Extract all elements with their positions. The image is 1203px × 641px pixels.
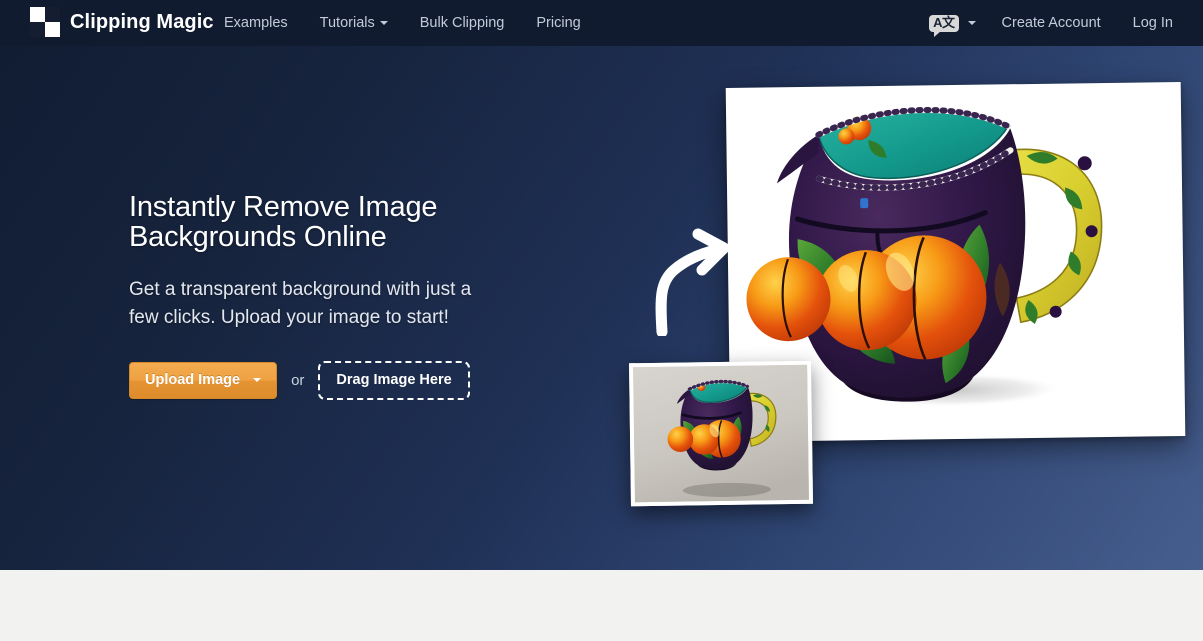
brand-name: Clipping Magic	[70, 10, 214, 33]
headline-line-2: Backgrounds Online	[129, 221, 387, 253]
upload-image-button[interactable]: Upload Image	[129, 362, 278, 399]
before-pitcher-image	[633, 364, 813, 507]
hero-subcopy: Get a transparent background with just a…	[129, 279, 472, 328]
nav-item-pricing[interactable]: Pricing	[520, 0, 596, 46]
nav-item-examples[interactable]: Examples	[208, 0, 304, 46]
primary-nav: Examples Tutorials Bulk Clipping Pricing	[208, 0, 597, 46]
nav-label: Examples	[224, 15, 288, 31]
hero-section: Instantly Remove Image Backgrounds Onlin…	[0, 46, 1203, 570]
translate-icon: A文	[929, 14, 959, 37]
hero-cta-row: Upload Image or Drag Image Here	[129, 361, 549, 400]
nav-item-tutorials[interactable]: Tutorials	[304, 0, 404, 46]
checkerboard-transparency-icon	[30, 7, 60, 37]
nav-label: Pricing	[536, 15, 581, 31]
log-in-link[interactable]: Log In	[1117, 0, 1189, 46]
or-separator: or	[291, 372, 305, 389]
hero-artwork	[600, 46, 1203, 570]
below-fold-section	[0, 570, 1203, 641]
chevron-down-icon	[379, 21, 388, 25]
secondary-nav: A文 Create Account Log In	[919, 0, 1189, 46]
drag-image-here-dropzone[interactable]: Drag Image Here	[318, 361, 470, 400]
before-image-card	[629, 360, 813, 507]
top-navbar: Clipping Magic Examples Tutorials Bulk C…	[0, 0, 1203, 46]
chevron-down-icon	[253, 378, 262, 382]
language-selector[interactable]: A文	[919, 0, 985, 46]
nav-label: Bulk Clipping	[419, 15, 505, 31]
nav-label: Tutorials	[319, 15, 375, 31]
hero-copy: Instantly Remove Image Backgrounds Onlin…	[129, 192, 549, 400]
headline-line-1: Instantly Remove Image	[129, 191, 438, 223]
nav-item-bulk-clipping[interactable]: Bulk Clipping	[404, 0, 521, 46]
chevron-down-icon	[967, 21, 976, 25]
curved-arrow-icon	[648, 226, 738, 338]
create-account-link[interactable]: Create Account	[986, 0, 1117, 46]
upload-button-label: Upload Image	[145, 372, 241, 388]
page-title: Instantly Remove Image Backgrounds Onlin…	[129, 192, 549, 252]
brand-logo-link[interactable]: Clipping Magic	[30, 7, 214, 37]
